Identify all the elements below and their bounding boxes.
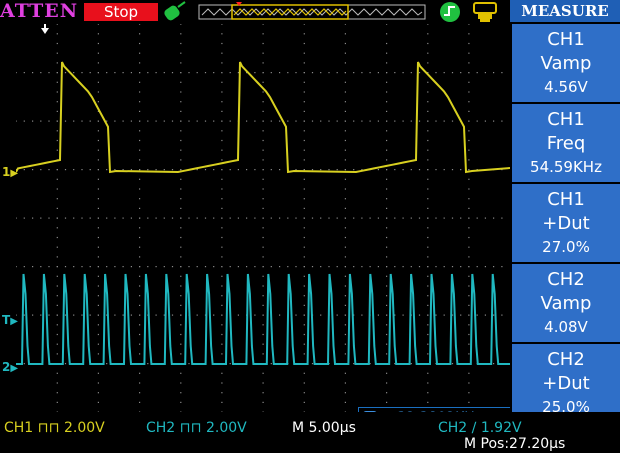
ch2-waveform [16,273,510,365]
measure-kind: +Dut [542,373,590,394]
measure-title: MEASURE [510,0,620,22]
run-stop-badge[interactable]: Stop [84,3,158,21]
ch2-scale[interactable]: CH2 ⊓⊓ 2.00V [146,420,247,436]
measure-kind: Vamp [540,293,592,314]
measure-value: 4.08V [544,318,588,336]
ch1-ground-marker[interactable]: 1▶ [2,166,18,180]
measure-item[interactable]: CH2 Vamp 4.08V [512,264,620,342]
measure-kind: Freq [546,133,586,154]
measure-item[interactable]: CH2 +Dut 25.0% [512,344,620,422]
measure-item[interactable]: CH1 Vamp 4.56V [512,24,620,102]
top-status-bar: ATTEN Stop [0,0,510,24]
timebase-scale[interactable]: M 5.00μs [292,420,356,436]
measure-value: 27.0% [542,238,590,256]
measure-item[interactable]: CH1 +Dut 27.0% [512,184,620,262]
measure-source: CH1 [547,189,585,210]
measure-panel: MEASURE CH1 Vamp 4.56V CH1 Freq 54.59KHz… [510,0,620,422]
measure-source: CH1 [547,109,585,130]
trigger-marker-label: T [2,313,11,327]
ch1-waveform [16,61,510,174]
trigger-setting[interactable]: CH2 ∕ 1.92V [438,420,522,436]
brand-logo: ATTEN [0,0,79,22]
waveform-display[interactable]: f = 32.3802KHz [16,24,514,429]
measure-value: 54.59KHz [530,158,602,176]
measure-value: 4.56V [544,78,588,96]
measure-item[interactable]: CH1 Freq 54.59KHz [512,104,620,182]
probe-icon [164,1,186,21]
trigger-level-marker[interactable]: T▶ [2,314,18,328]
oscilloscope-screen: ATTEN Stop 1▶ T▶ 2▶ MEASURE CH1 Vamp 4.5… [0,0,620,453]
timebase-strip-icon [198,2,426,20]
measure-source: CH2 [547,269,585,290]
measure-kind: +Dut [542,213,590,234]
waveform-traces [16,24,510,365]
usb-icon [473,2,497,22]
trigger-icon [440,2,460,22]
measure-source: CH2 [547,349,585,370]
measure-source: CH1 [547,29,585,50]
horizontal-position[interactable]: M Pos:27.20μs [464,436,565,452]
bottom-status-bar: CH1 ⊓⊓ 2.00V CH2 ⊓⊓ 2.00V M 5.00μs CH2 ∕… [0,412,620,453]
ch2-ground-marker[interactable]: 2▶ [2,361,18,375]
measure-kind: Vamp [540,53,592,74]
ch1-scale[interactable]: CH1 ⊓⊓ 2.00V [4,420,105,436]
trigger-position-stem [44,24,46,29]
